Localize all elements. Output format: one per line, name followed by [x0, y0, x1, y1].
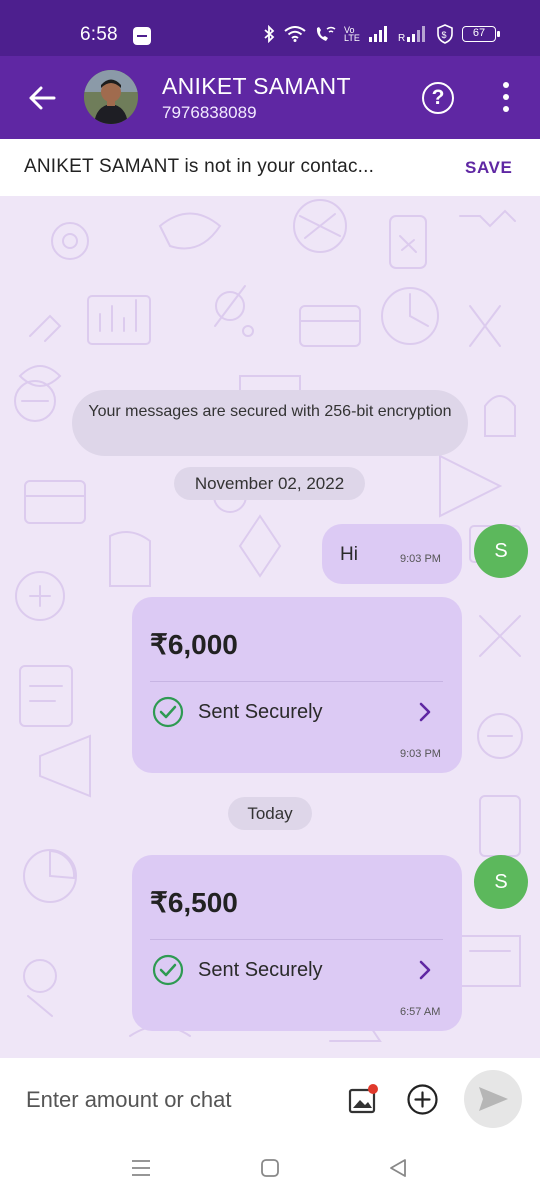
- vpn-icon: $: [437, 24, 453, 44]
- payment-message-card[interactable]: ₹6,000 Sent Securely 9:03 PM: [132, 597, 462, 773]
- card-divider: [150, 939, 443, 940]
- save-contact-button[interactable]: SAVE: [465, 158, 512, 178]
- amount-chat-input[interactable]: [26, 1080, 326, 1120]
- payment-amount: ₹6,000: [150, 629, 238, 660]
- message-time: 6:57 AM: [400, 1006, 441, 1018]
- payment-message-card[interactable]: ₹6,500 Sent Securely 6:57 AM: [132, 855, 462, 1031]
- chevron-right-icon[interactable]: [416, 959, 434, 981]
- chat-area[interactable]: Your messages are secured with 256-bit e…: [0, 196, 540, 1058]
- date-divider: Today: [228, 797, 312, 830]
- text-message-bubble[interactable]: Hi 9:03 PM: [322, 524, 462, 584]
- check-circle-icon: [152, 954, 184, 986]
- contact-phone: 7976838089: [162, 103, 257, 122]
- status-icons: Vo LTE R $ 67: [262, 24, 500, 44]
- date-divider: November 02, 2022: [174, 467, 365, 500]
- recent-apps-icon[interactable]: [129, 1156, 153, 1180]
- signal-icon: [369, 26, 387, 42]
- more-options-icon[interactable]: [496, 82, 516, 112]
- bluetooth-icon: [264, 25, 275, 43]
- message-time: 9:03 PM: [400, 748, 441, 760]
- banner-text: ANIKET SAMANT is not in your contac...: [24, 156, 375, 177]
- sender-avatar: S: [474, 855, 528, 909]
- battery-icon: 67: [462, 26, 500, 42]
- encryption-notice: Your messages are secured with 256-bit e…: [72, 390, 468, 456]
- unknown-contact-banner: ANIKET SAMANT is not in your contac... S…: [0, 139, 540, 196]
- payment-status: Sent Securely: [198, 701, 323, 723]
- check-circle-icon: [152, 696, 184, 728]
- chat-input-bar: [0, 1058, 540, 1142]
- home-icon[interactable]: [258, 1156, 282, 1180]
- back-nav-icon[interactable]: [386, 1156, 410, 1180]
- chat-header: ANIKET SAMANT 7976838089 ?: [0, 56, 540, 139]
- status-bar: 6:58 Vo LTE R $ 67: [0, 0, 540, 56]
- payment-amount: ₹6,500: [150, 887, 238, 918]
- message-text: Hi: [340, 544, 358, 565]
- wifi-call-icon: [316, 26, 336, 41]
- gallery-icon[interactable]: [348, 1084, 378, 1114]
- message-time: 9:03 PM: [400, 553, 441, 565]
- notification-app-icon: [133, 27, 151, 45]
- svg-text:R: R: [398, 33, 405, 42]
- system-navigation-bar: [0, 1142, 540, 1200]
- contact-name[interactable]: ANIKET SAMANT: [162, 73, 351, 100]
- card-divider: [150, 681, 443, 682]
- wifi-icon: [284, 26, 306, 42]
- volte-icon: Vo LTE: [344, 25, 360, 43]
- chevron-right-icon[interactable]: [416, 701, 434, 723]
- contact-avatar[interactable]: [84, 70, 138, 124]
- help-button[interactable]: ?: [422, 82, 454, 114]
- add-circle-icon[interactable]: [406, 1083, 439, 1116]
- status-time: 6:58: [80, 24, 118, 45]
- send-button[interactable]: [464, 1070, 522, 1128]
- payment-status: Sent Securely: [198, 959, 323, 981]
- svg-text:$: $: [442, 30, 447, 40]
- signal-icon: R: [398, 26, 425, 42]
- avatar-photo: [84, 70, 138, 124]
- send-icon: [479, 1087, 508, 1111]
- back-arrow-icon[interactable]: [22, 78, 62, 118]
- sender-avatar: S: [474, 524, 528, 578]
